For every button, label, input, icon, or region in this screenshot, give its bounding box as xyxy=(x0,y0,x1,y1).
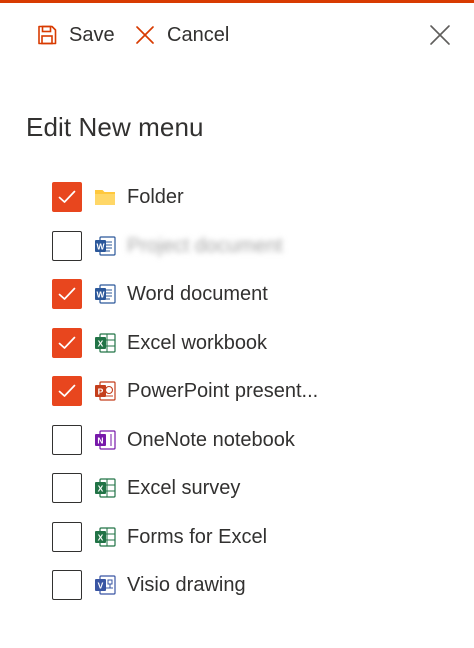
close-icon[interactable] xyxy=(428,23,452,47)
word-icon: W xyxy=(95,235,116,256)
item-label: Forms for Excel xyxy=(127,525,268,548)
item-label: Word document xyxy=(127,283,268,305)
item-label: Project document xyxy=(127,234,283,257)
item-label: Excel survey xyxy=(127,477,241,499)
item-checkbox[interactable] xyxy=(52,376,82,406)
item-label: Excel workbook xyxy=(127,331,268,354)
onenote-icon: N xyxy=(95,429,116,450)
svg-text:N: N xyxy=(97,435,103,445)
item-checkbox[interactable] xyxy=(52,521,82,552)
item-checkbox[interactable] xyxy=(52,570,82,600)
item-checkbox[interactable] xyxy=(52,473,82,503)
item-checkbox[interactable] xyxy=(52,424,82,455)
list-item[interactable]: Folder xyxy=(52,180,452,229)
excel-icon: X xyxy=(95,332,116,353)
list-item[interactable]: N OneNote notebook xyxy=(52,423,452,472)
item-checkbox[interactable] xyxy=(52,279,82,309)
svg-text:W: W xyxy=(96,241,105,251)
list-item[interactable]: P PowerPoint present... xyxy=(52,374,452,423)
svg-text:X: X xyxy=(98,338,104,348)
list-item[interactable]: X Excel workbook xyxy=(52,326,452,375)
command-bar: Save Cancel xyxy=(0,14,474,56)
list-item[interactable]: W Project document xyxy=(52,229,452,278)
list-item[interactable]: V Visio drawing xyxy=(52,568,452,617)
folder-icon xyxy=(95,190,115,205)
cancel-button[interactable]: Cancel xyxy=(134,22,229,48)
svg-text:X: X xyxy=(98,484,104,494)
item-label: OneNote notebook xyxy=(127,428,295,451)
list-item[interactable]: X Forms for Excel xyxy=(52,520,452,569)
checkmark-icon xyxy=(58,190,76,203)
item-label: Folder xyxy=(127,186,184,208)
save-icon xyxy=(38,25,57,45)
svg-text:P: P xyxy=(98,387,104,397)
excel-icon: X xyxy=(95,478,116,498)
item-label: PowerPoint present... xyxy=(127,380,319,402)
cancel-icon xyxy=(136,26,154,44)
list-item[interactable]: W Word document xyxy=(52,277,452,326)
save-button[interactable]: Save xyxy=(36,22,115,48)
item-checkbox[interactable] xyxy=(52,327,82,358)
panel-title: Edit New menu xyxy=(26,112,204,142)
item-label: Visio drawing xyxy=(127,574,246,596)
item-checkbox[interactable] xyxy=(52,182,82,212)
list-item[interactable]: X Excel survey xyxy=(52,471,452,520)
visio-icon: V xyxy=(95,575,116,595)
excel-icon: X xyxy=(95,526,116,547)
top-accent-bar xyxy=(0,0,474,3)
svg-text:V: V xyxy=(98,581,104,591)
powerpoint-icon: P xyxy=(95,381,116,401)
new-menu-list: Folder W Project document W Word document … xyxy=(52,180,452,617)
svg-text:W: W xyxy=(96,290,105,300)
checkmark-icon xyxy=(58,336,76,349)
checkmark-icon xyxy=(58,384,76,397)
svg-text:X: X xyxy=(98,532,104,542)
checkmark-icon xyxy=(58,287,76,300)
item-checkbox[interactable] xyxy=(52,230,82,261)
cancel-label: Cancel xyxy=(167,24,230,46)
save-label: Save xyxy=(69,24,115,46)
word-icon: W xyxy=(95,284,116,304)
